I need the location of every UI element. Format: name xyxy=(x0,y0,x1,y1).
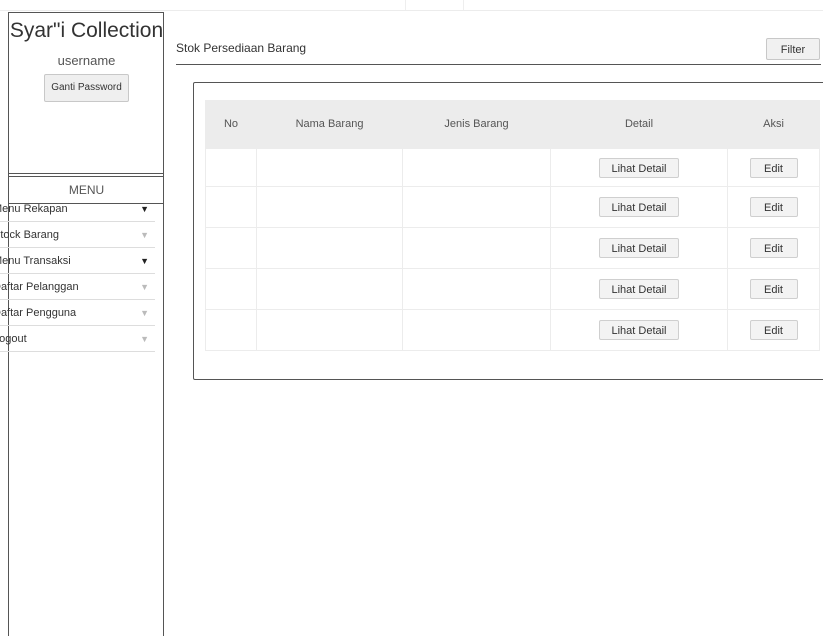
view-detail-button[interactable]: Lihat Detail xyxy=(599,320,679,340)
edit-button[interactable]: Edit xyxy=(749,157,798,178)
caret-down-icon: ▼ xyxy=(140,256,149,266)
table-row: Lihat Detail Edit xyxy=(205,309,820,351)
sidebar-item-menu-rekapan[interactable]: Menu Rekapan ▼ xyxy=(0,196,155,222)
sidebar-item-menu-transaksi[interactable]: Menu Transaksi ▼ xyxy=(0,248,155,274)
cell-detail: Lihat Detail xyxy=(550,148,728,187)
sidebar-item-logout[interactable]: Logout ▼ xyxy=(0,326,155,352)
cell-nama-barang xyxy=(256,268,403,310)
cell-detail: Lihat Detail xyxy=(550,227,728,269)
cell-jenis-barang xyxy=(402,268,551,310)
username-label: username xyxy=(57,53,116,68)
cell-nama-barang xyxy=(256,227,403,269)
stock-table: No Nama Barang Jenis Barang Detail Aksi … xyxy=(205,100,820,351)
cell-detail: Lihat Detail xyxy=(550,186,728,228)
view-detail-button[interactable]: Lihat Detail xyxy=(599,238,679,258)
cell-no xyxy=(205,227,257,269)
brand-title: Syar"i Collection xyxy=(9,19,164,42)
cell-no xyxy=(205,186,257,228)
cell-aksi: Edit xyxy=(727,268,820,310)
cell-aksi: Edit xyxy=(727,186,820,228)
sidebar-item-label: Stock Barang xyxy=(0,229,60,241)
sidebar-item-label: Logout xyxy=(0,333,27,345)
caret-down-icon: ▼ xyxy=(140,308,149,318)
sidebar-item-label: Menu Rekapan xyxy=(0,203,68,215)
edit-button[interactable]: Edit xyxy=(749,279,798,299)
table-row: Lihat Detail Edit xyxy=(205,148,820,187)
sidebar-item-label: Daftar Pengguna xyxy=(0,307,77,319)
top-tick xyxy=(463,0,464,10)
page-title: Stok Persediaan Barang xyxy=(176,41,307,55)
sidebar-menu: Menu Rekapan ▼ Stock Barang ▼ Menu Trans… xyxy=(0,196,155,352)
column-header-no: No xyxy=(205,100,257,149)
edit-button[interactable]: Edit xyxy=(749,320,798,340)
table-row: Lihat Detail Edit xyxy=(205,268,820,310)
cell-no xyxy=(205,268,257,310)
sidebar-item-daftar-pelanggan[interactable]: Daftar Pelanggan ▼ xyxy=(0,274,155,300)
edit-button[interactable]: Edit xyxy=(749,238,798,258)
change-password-button[interactable]: Ganti Password xyxy=(44,74,129,102)
sidebar-item-label: Menu Transaksi xyxy=(0,255,71,267)
view-detail-button[interactable]: Lihat Detail xyxy=(599,279,679,299)
filter-button[interactable]: Filter xyxy=(766,38,820,60)
cell-aksi: Edit xyxy=(727,148,820,187)
cell-no xyxy=(205,309,257,351)
caret-down-icon: ▼ xyxy=(140,230,149,240)
sidebar-item-daftar-pengguna[interactable]: Daftar Pengguna ▼ xyxy=(0,300,155,326)
cell-detail: Lihat Detail xyxy=(550,309,728,351)
column-header-detail: Detail xyxy=(550,100,728,149)
cell-detail: Lihat Detail xyxy=(550,268,728,310)
cell-jenis-barang xyxy=(402,148,551,187)
cell-aksi: Edit xyxy=(727,309,820,351)
sidebar-item-label: Daftar Pelanggan xyxy=(0,281,79,293)
table-header-row: No Nama Barang Jenis Barang Detail Aksi xyxy=(205,100,820,149)
title-divider xyxy=(176,64,821,65)
sidebar-item-stock-barang[interactable]: Stock Barang ▼ xyxy=(0,222,155,248)
cell-jenis-barang xyxy=(402,186,551,228)
column-header-aksi: Aksi xyxy=(727,100,820,149)
profile-panel: Syar"i Collection username Ganti Passwor… xyxy=(9,12,164,174)
caret-down-icon: ▼ xyxy=(140,204,149,214)
view-detail-button[interactable]: Lihat Detail xyxy=(599,197,679,217)
top-divider xyxy=(0,10,823,11)
table-row: Lihat Detail Edit xyxy=(205,227,820,269)
caret-down-icon: ▼ xyxy=(140,282,149,292)
view-detail-button[interactable]: Lihat Detail xyxy=(599,157,679,178)
table-row: Lihat Detail Edit xyxy=(205,186,820,228)
cell-nama-barang xyxy=(256,309,403,351)
cell-no xyxy=(205,148,257,187)
cell-aksi: Edit xyxy=(727,227,820,269)
cell-jenis-barang xyxy=(402,309,551,351)
cell-nama-barang xyxy=(256,186,403,228)
cell-nama-barang xyxy=(256,148,403,187)
caret-down-icon: ▼ xyxy=(140,334,149,344)
top-tick xyxy=(405,0,406,10)
cell-jenis-barang xyxy=(402,227,551,269)
column-header-nama-barang: Nama Barang xyxy=(256,100,403,149)
column-header-jenis-barang: Jenis Barang xyxy=(402,100,551,149)
edit-button[interactable]: Edit xyxy=(749,197,798,217)
